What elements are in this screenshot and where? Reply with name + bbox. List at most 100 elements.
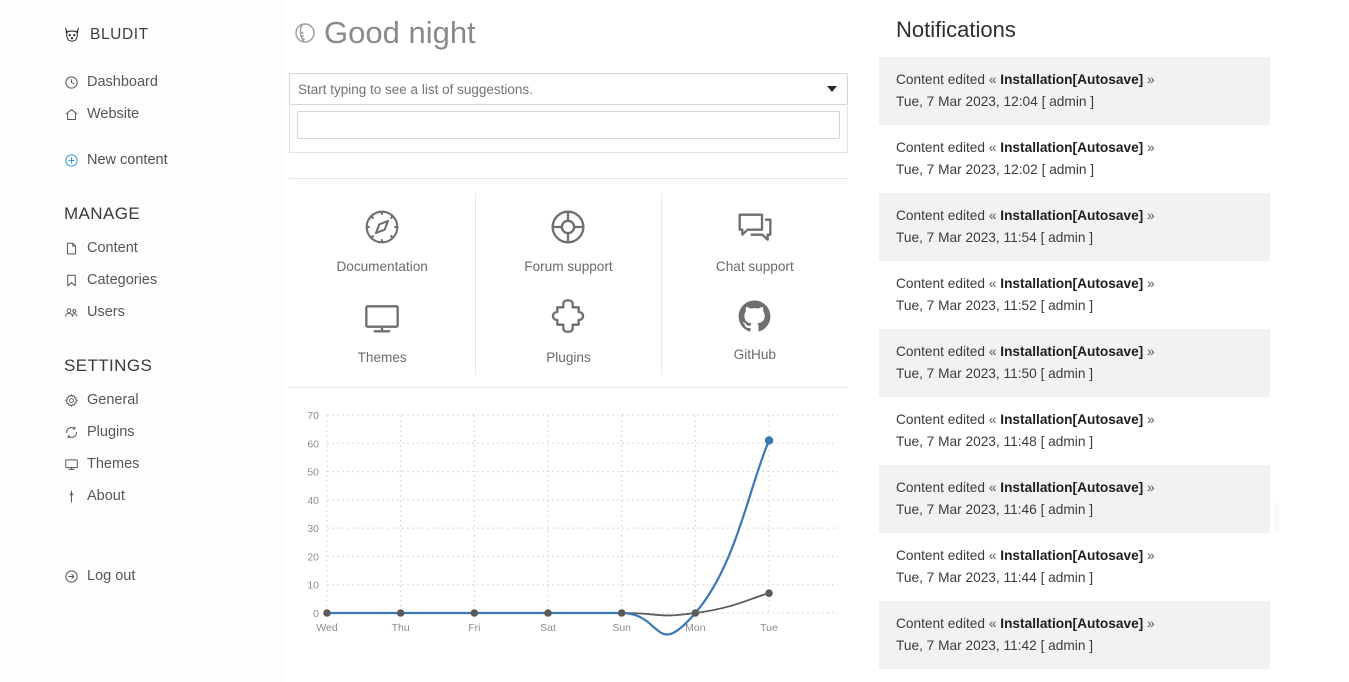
notification-item[interactable]: Content edited « Installation[Autosave] … (879, 125, 1270, 193)
page-title: Good night (289, 0, 870, 52)
help-link-forum-support[interactable]: Forum support (475, 193, 662, 284)
notification-action: Content edited « Installation[Autosave] … (896, 341, 1256, 362)
help-link-github[interactable]: GitHub (662, 284, 848, 375)
quote-close: » (1143, 72, 1155, 87)
chart-ytick-label: 0 (313, 608, 319, 620)
sidebar-item-about[interactable]: About (0, 480, 285, 512)
help-link-label: Themes (357, 350, 407, 365)
notifications-title: Notifications (896, 17, 1016, 42)
notification-action-text: Content edited (896, 276, 989, 291)
chart-data-point[interactable] (691, 609, 700, 617)
notification-target: Installation[Autosave] (1000, 276, 1144, 291)
combobox-search-input[interactable] (297, 111, 840, 139)
notification-action-text: Content edited (896, 344, 989, 359)
sidebar-item-website[interactable]: Website (0, 98, 285, 130)
notification-meta: Tue, 7 Mar 2023, 11:42 [ admin ] (896, 638, 1094, 653)
brand[interactable]: BLUDIT (0, 0, 285, 46)
sidebar-item-logout[interactable]: Log out (0, 560, 285, 592)
help-link-documentation[interactable]: Documentation (289, 193, 475, 284)
notifications-scrollbar[interactable] (1274, 503, 1280, 533)
notification-action-text: Content edited (896, 208, 989, 223)
sidebar-section-settings-title: SETTINGS (64, 356, 153, 375)
notification-meta: Tue, 7 Mar 2023, 12:04 [ admin ] (896, 94, 1095, 109)
notification-item[interactable]: Content edited « Installation[Autosave] … (879, 329, 1270, 397)
notification-action-text: Content edited (896, 480, 989, 495)
quote-open: « (988, 412, 1001, 427)
notification-target: Installation[Autosave] (1000, 140, 1144, 155)
notification-item[interactable]: Content edited « Installation[Autosave] … (879, 397, 1270, 465)
chart-xtick-label: Mon (685, 622, 706, 634)
plugin-puzzle-icon (66, 426, 77, 438)
notification-action: Content edited « Installation[Autosave] … (896, 137, 1256, 158)
chart-data-point[interactable] (764, 436, 774, 445)
combobox-toggle[interactable]: Start typing to see a list of suggestion… (289, 73, 848, 105)
notification-item[interactable]: Content edited « Installation[Autosave] … (879, 193, 1270, 261)
sidebar-item-label: Website (87, 106, 140, 122)
sidebar-item-categories[interactable]: Categories (0, 264, 285, 296)
sidebar-section-manage-title: MANAGE (64, 204, 141, 223)
sidebar-item-users[interactable]: Users (0, 296, 285, 328)
sidebar-item-label: Categories (87, 272, 158, 288)
sidebar-item-dashboard[interactable]: Dashboard (0, 66, 285, 98)
quote-open: « (988, 480, 1001, 495)
notification-action-text: Content edited (896, 548, 989, 563)
plus-circle-icon (65, 153, 78, 167)
chart-xtick-label: Sun (612, 622, 631, 634)
notification-action-text: Content edited (896, 412, 989, 427)
help-link-plugins[interactable]: Plugins (475, 284, 662, 375)
chart-data-point[interactable] (396, 609, 405, 617)
notification-action: Content edited « Installation[Autosave] … (896, 409, 1256, 430)
sidebar-item-label: Users (87, 304, 125, 320)
quote-open: « (988, 276, 1001, 291)
sidebar-item-label: Content (87, 240, 138, 256)
notification-item[interactable]: Content edited « Installation[Autosave] … (879, 533, 1270, 601)
notification-item[interactable]: Content edited « Installation[Autosave] … (879, 465, 1270, 533)
notification-item[interactable]: Content edited « Installation[Autosave] … (879, 261, 1270, 329)
bludit-admin-dashboard: BLUDIT Dashboard Website New content MAN… (0, 0, 1349, 682)
notification-action: Content edited « Installation[Autosave] … (896, 477, 1256, 498)
home-icon (65, 108, 78, 120)
notification-action: Content edited « Installation[Autosave] … (896, 273, 1256, 294)
chart-data-point[interactable] (323, 609, 331, 617)
quote-close: » (1143, 276, 1155, 291)
chart-data-point[interactable] (765, 589, 773, 597)
notification-target: Installation[Autosave] (1000, 344, 1144, 359)
puzzle-piece-icon (552, 299, 585, 333)
notification-meta: Tue, 7 Mar 2023, 11:48 [ admin ] (896, 434, 1094, 449)
sidebar-item-plugins[interactable]: Plugins (0, 416, 285, 448)
sidebar-item-general[interactable]: General (0, 384, 285, 416)
quote-open: « (988, 72, 1001, 87)
notification-item[interactable]: Content edited « Installation[Autosave] … (879, 601, 1270, 669)
chart-ytick-label: 30 (307, 523, 319, 535)
sidebar-item-new-content[interactable]: New content (0, 144, 285, 176)
notification-item[interactable]: Content edited « Installation[Autosave] … (879, 669, 1270, 682)
chart-data-point[interactable] (617, 609, 626, 617)
notification-meta: Tue, 7 Mar 2023, 11:54 [ admin ] (896, 230, 1094, 245)
chevron-down-icon (827, 86, 837, 92)
notification-action: Content edited « Installation[Autosave] … (896, 69, 1256, 90)
help-link-chat-support[interactable]: Chat support (662, 193, 848, 284)
bookmark-icon (67, 274, 76, 286)
github-icon (738, 300, 771, 332)
help-link-label: Chat support (715, 259, 794, 274)
file-icon (66, 242, 77, 254)
sidebar-item-label: Log out (87, 568, 136, 584)
chart-data-point[interactable] (544, 609, 552, 617)
notification-action-text: Content edited (896, 140, 989, 155)
chart-ytick-label: 40 (307, 495, 319, 507)
notification-action-text: Content edited (896, 72, 989, 87)
chart-data-point[interactable] (470, 609, 479, 617)
quote-close: » (1143, 616, 1155, 631)
chart-ytick-label: 50 (307, 467, 319, 479)
visits-line-chart[interactable]: 0 10 20 30 40 50 60 70 Wed Thu Fri Sat Sun Mon Tue (289, 401, 848, 646)
sidebar-item-content[interactable]: Content (0, 232, 285, 264)
chart-ytick-label: 70 (307, 410, 319, 422)
notification-action: Content edited « Installation[Autosave] … (896, 545, 1256, 566)
sidebar-item-label: General (87, 392, 139, 408)
sidebar-item-themes[interactable]: Themes (0, 448, 285, 480)
quote-close: » (1143, 344, 1155, 359)
notification-meta: Tue, 7 Mar 2023, 12:02 [ admin ] (896, 162, 1095, 177)
help-link-themes[interactable]: Themes (289, 284, 475, 375)
notification-item[interactable]: Content edited « Installation[Autosave] … (879, 57, 1270, 125)
notification-meta: Tue, 7 Mar 2023, 11:50 [ admin ] (896, 366, 1094, 381)
